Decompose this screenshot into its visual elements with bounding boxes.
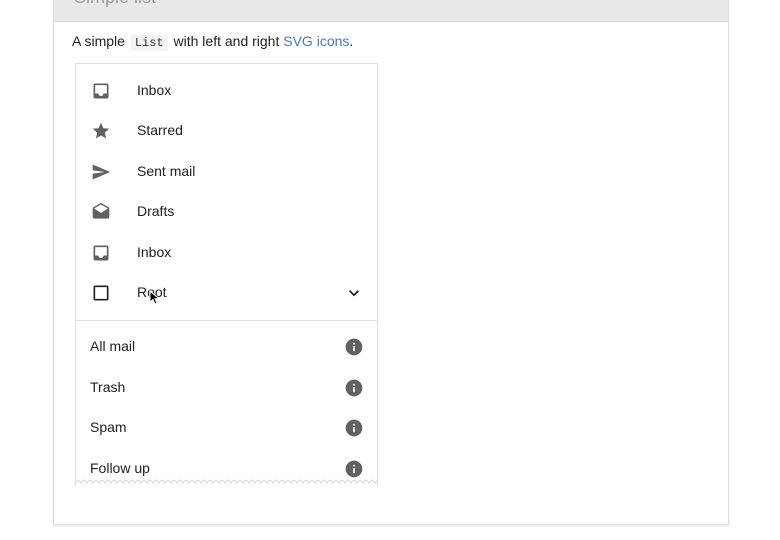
mouse-cursor-icon bbox=[149, 290, 161, 305]
card-header: Simple list bbox=[54, 0, 728, 22]
list-item-label: Follow up bbox=[90, 460, 150, 476]
info-icon[interactable] bbox=[344, 459, 364, 479]
list-item-inbox-2[interactable]: Inbox bbox=[76, 233, 377, 273]
list-item-drafts[interactable]: Drafts bbox=[76, 192, 377, 232]
description-prefix: A simple bbox=[72, 33, 125, 49]
list-item-label: Drafts bbox=[137, 203, 175, 219]
list-item-all-mail[interactable]: All mail bbox=[76, 327, 377, 367]
simple-list: Inbox Starred Sent mail Drafts Inbox All… bbox=[75, 63, 378, 486]
svg-icons-link[interactable]: SVG icons bbox=[283, 33, 349, 49]
list-item-label: Starred bbox=[137, 122, 183, 138]
list-item-label: Inbox bbox=[137, 244, 172, 260]
info-icon[interactable] bbox=[344, 378, 364, 398]
list-item-spam[interactable]: Spam bbox=[76, 408, 377, 448]
send-icon bbox=[92, 164, 111, 180]
list-item-label: Trash bbox=[90, 379, 126, 395]
list-item-sent-mail[interactable]: Sent mail bbox=[76, 152, 377, 192]
info-icon[interactable] bbox=[344, 418, 364, 438]
list-item-label: All mail bbox=[90, 338, 136, 354]
demo-card: Simple list A simple List with left and … bbox=[53, 0, 729, 525]
drafts-icon bbox=[92, 202, 110, 219]
list-item-label: Inbox bbox=[137, 82, 172, 98]
card-title: Simple list bbox=[74, 0, 156, 8]
checkbox-icon[interactable] bbox=[91, 283, 111, 303]
list-cutoff-edge bbox=[75, 479, 378, 484]
list-item-starred[interactable]: Starred bbox=[76, 111, 377, 151]
inbox-icon bbox=[93, 83, 109, 99]
code-snippet: List bbox=[130, 35, 168, 51]
list-item-trash[interactable]: Trash bbox=[76, 368, 377, 408]
list-item-inbox[interactable]: Inbox bbox=[76, 71, 377, 111]
info-icon[interactable] bbox=[344, 337, 364, 357]
star-icon bbox=[92, 122, 110, 139]
list-item-label: Sent mail bbox=[137, 163, 196, 179]
description-suffix: . bbox=[349, 33, 354, 49]
inbox-icon bbox=[93, 245, 109, 261]
list-item-root[interactable]: Root bbox=[76, 273, 377, 313]
description-middle: with left and right bbox=[173, 33, 280, 49]
description: A simple List with left and right SVG ic… bbox=[72, 33, 354, 51]
chevron-down-icon[interactable] bbox=[344, 283, 364, 303]
list-item-label: Spam bbox=[90, 419, 127, 435]
list-divider bbox=[76, 320, 377, 321]
